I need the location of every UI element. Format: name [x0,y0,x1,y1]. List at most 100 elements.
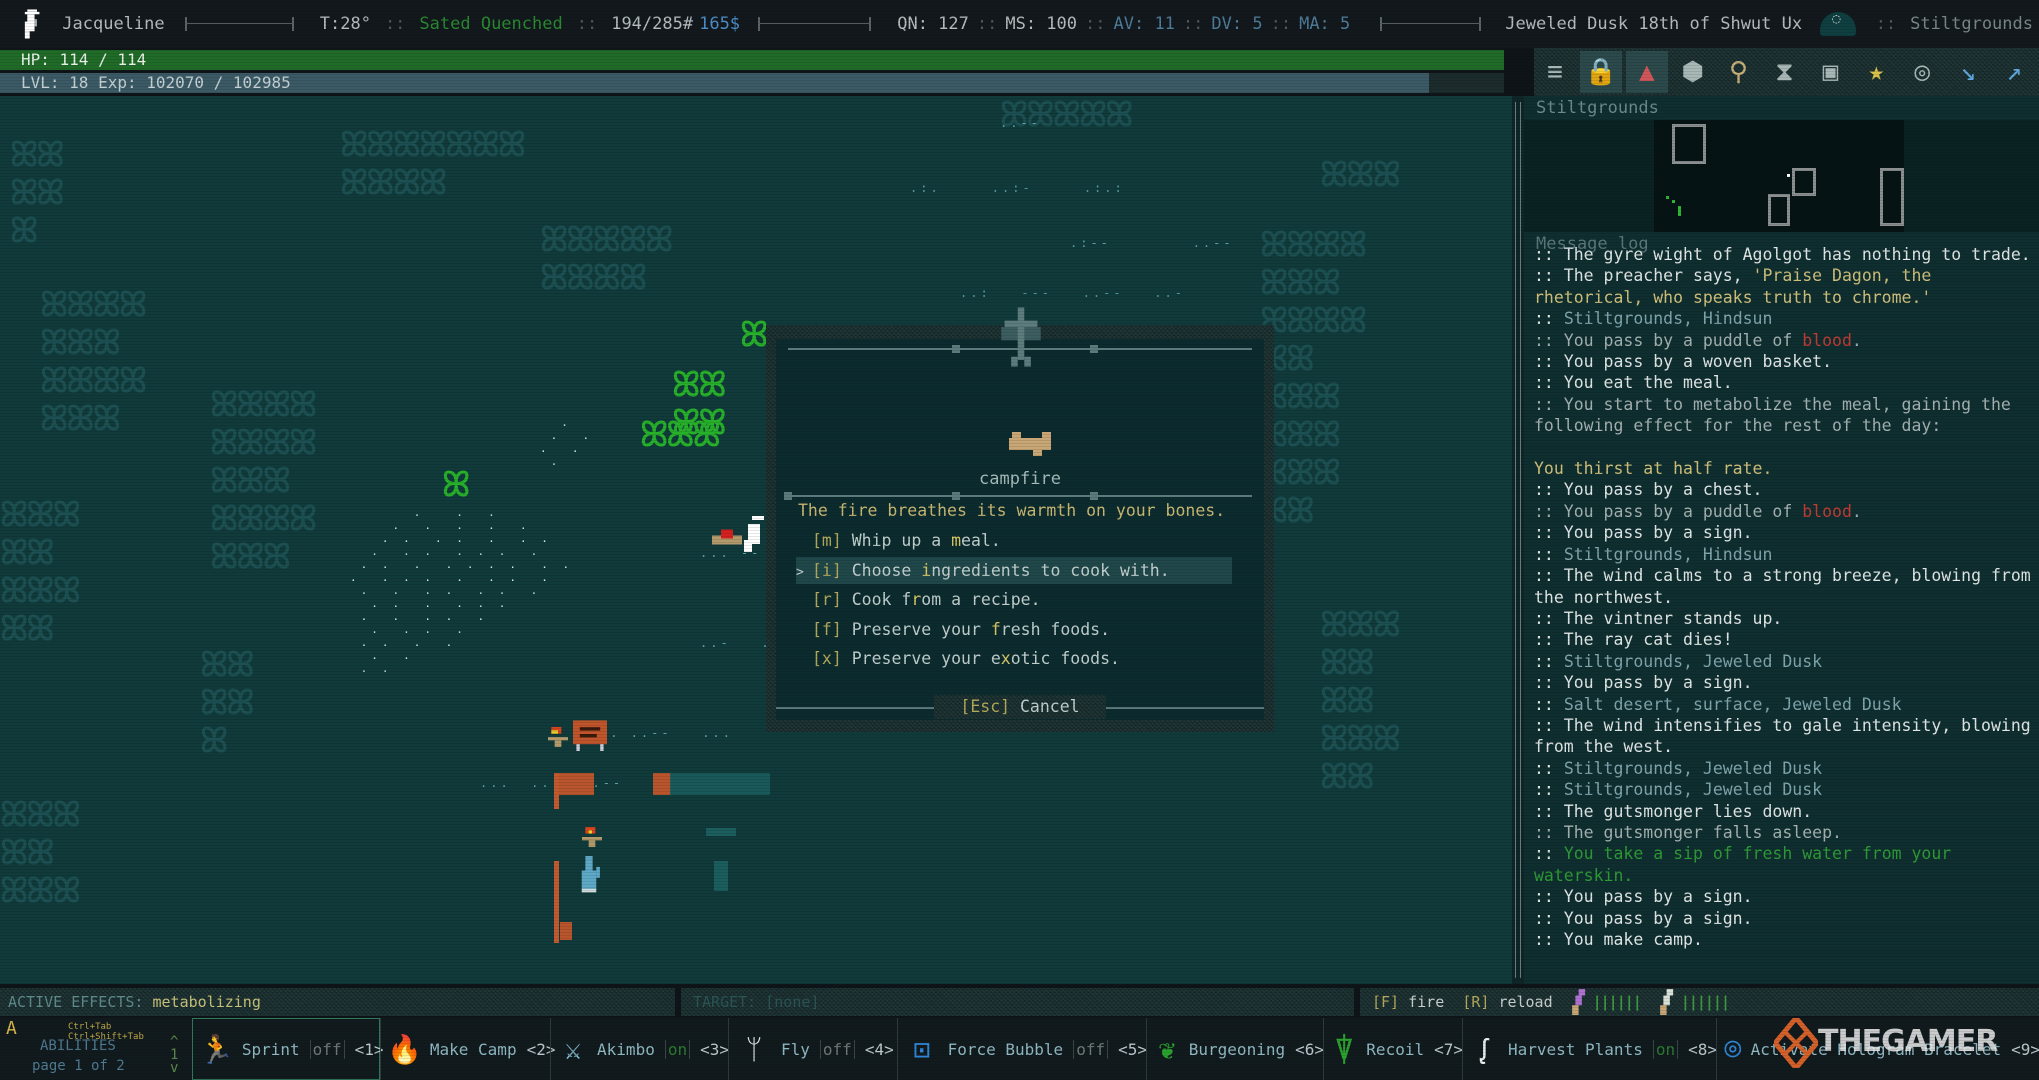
character-name[interactable]: Jacqueline [62,14,164,34]
sprint-icon: 🏃 [199,1032,234,1066]
log-text: :: You pass by a woven basket. [1534,352,1833,372]
log-text: :: You pass by a sign. [1534,887,1753,907]
ability-recoil[interactable]: ⍒ Recoil <7> [1323,1018,1463,1080]
ability-toggle-state[interactable]: off [1073,1039,1109,1059]
floor-tiles: .. ..-- ... [600,726,733,740]
log-message: :: You pass by a chest. [1534,479,2034,500]
log-text: :: You pass by a chest. [1534,480,1763,500]
player-avatar-icon[interactable] [20,6,44,42]
log-message: :: Stiltgrounds, Jeweled Dusk [1534,779,2034,800]
tree-emblem-icon [1001,307,1041,367]
log-text: :: You make camp. [1534,930,1703,949]
hp-label: HP: 114 / 114 [21,50,147,69]
campfire-icon [1009,432,1051,456]
ability-toggle-state[interactable]: off [819,1039,855,1059]
vine-plants[interactable]: ꕤꕤꕤ [640,416,721,454]
option-hotkey: [m] [812,531,852,550]
log-text: :: The wind intensifies to gale intensit… [1534,715,2031,757]
dialog-option[interactable]: [x] Preserve your exotic foods. [796,645,1232,672]
ability-fly[interactable]: ᛘ Fly off <4> [728,1018,898,1080]
xp-label: LVL: 18 Exp: 102070 / 102985 [21,73,291,92]
vine-plants[interactable]: ꕤ [740,316,768,354]
sign-sprite[interactable] [573,716,607,752]
status-bar: Jacqueline T:28° :: Sated Quenched :: 19… [0,0,2039,48]
log-message: :: You eat the meal. [1534,372,2034,393]
log-message: :: You pass by a puddle of blood. [1534,330,2034,351]
message-log[interactable]: :: The gyre wight of Agolgot has nothing… [1534,244,2034,969]
ability-akimbo[interactable]: ⚔ Akimbo on <3> [550,1018,729,1080]
divider [784,492,1252,500]
ability-toggle-state[interactable]: off [309,1039,345,1059]
target-bar: TARGET: [none] [681,988,1354,1016]
active-effects-value[interactable]: metabolizing [153,993,261,1011]
game-map[interactable]: ꕤꕤ ꕤꕤ ꕤ ꕤꕤꕤꕤ ꕤꕤꕤ ꕤꕤꕤꕤ ꕤꕤꕤ ꕤꕤꕤ ꕤꕤ ꕤꕤꕤ ꕤꕤ ꕤꕤꕤꕤ ꕤꕤꕤꕤ… [0,96,1512,984]
ability-toggle-state[interactable]: on [664,1039,691,1059]
stairs-up-icon[interactable]: ↗ [1993,51,2035,93]
campfire-sprite[interactable] [712,526,742,548]
cancel-key: [Esc] [960,697,1011,716]
fire-key: [F] [1372,993,1400,1011]
panel-divider-scrollbar[interactable] [1512,96,1524,984]
option-label: resh foods. [1000,619,1111,639]
ammo-counter: |||||| [1680,993,1730,1011]
wall-glyphs: ꕤꕤꕤꕤꕤ [200,645,255,761]
ability-name: Make Camp [429,1039,517,1059]
cube-icon[interactable]: ⬢ [1672,51,1714,93]
lock-window-icon[interactable]: 🔒 [1579,51,1622,93]
log-message: :: You pass by a sign. [1534,672,2034,693]
ability-sprint[interactable]: 🏃 Sprint off <1> [192,1018,383,1080]
minimap[interactable] [1524,120,2039,232]
dodge-value-stat: DV: 5 [1211,14,1263,34]
stall-awning [560,922,572,940]
dialog-option[interactable]: [f] Preserve your fresh foods. [796,616,1232,643]
minimap-plant-marker [1666,196,1669,199]
ability-harvest-plants[interactable]: ᶘ Harvest Plants on <8> [1462,1018,1717,1080]
xp-bar-track: LVL: 18 Exp: 102070 / 102985 [0,73,1504,93]
character-sheet-icon[interactable]: ▣ [1809,51,1851,93]
game-date: Jeweled Dusk 18th of Shwut Ux [1505,14,1803,34]
water-jug-sprite[interactable] [578,856,600,896]
ability-toggle-state[interactable]: on [1652,1039,1679,1059]
ability-make-camp[interactable]: 🔥 Make Camp <2> [380,1018,555,1080]
dialog-option[interactable]: [m] Whip up a meal. [796,527,1232,554]
ability-name: Recoil [1366,1039,1425,1059]
vine-plants[interactable]: ꕤ [442,466,470,504]
option-hotkey: [f] [812,619,852,639]
reload-button[interactable]: reload [1498,988,1552,1016]
quests-star-icon[interactable]: ★ [1855,51,1897,93]
option-label: Choose [851,560,922,580]
dialog-option[interactable]: [r] Cook from a recipe. [796,586,1232,613]
option-label: eal. [961,531,1001,550]
log-message: :: The gutsmonger lies down. [1534,801,2034,822]
log-message [1534,437,2034,458]
option-hotkey-highlight: i [921,560,932,580]
option-label: Preserve your [851,619,991,639]
ability-bar: A Ctrl+Tab Ctrl+Shift+Tab ABILITIES page… [0,1018,2039,1080]
ability-burgeoning[interactable]: ❦ Burgeoning <6> [1146,1018,1324,1080]
look-magnifier-icon[interactable]: ⚲ [1718,51,1760,93]
salt-dunes: . . . . . . . . . . . . . . . . . . . . … [350,506,574,675]
wait-hourglass-icon[interactable]: ⧗ [1764,51,1806,93]
divider-knob [1090,345,1098,353]
ability-name: Burgeoning [1188,1039,1286,1059]
option-hotkey-highlight: f [990,619,1001,639]
carry-weight: 194/285# [611,14,694,34]
stairs-down-icon[interactable]: ↘ [1947,51,1989,93]
navigation-icon[interactable]: ▲ [1625,51,1668,93]
wall-glyphs: ꕤꕤꕤ ꕤꕤ ꕤꕤ ꕤꕤꕤ ꕤꕤ [1320,605,1401,797]
ability-force-bubble[interactable]: ⊡ Force Bubble off <5> [897,1018,1147,1080]
page-down-button[interactable]: v [170,1061,178,1075]
option-hotkey: [x] [812,649,852,668]
log-message: :: Stiltgrounds, Hindsun [1534,308,2034,329]
log-text: :: [1534,758,1564,778]
option-label: Whip up a [851,531,952,550]
menu-icon[interactable]: ≡ [1534,51,1576,93]
sprout-icon: ❦ [1158,1032,1176,1066]
compass-icon[interactable]: ◎ [1901,51,1943,93]
fire-button[interactable]: fire [1408,988,1444,1016]
player-sprite[interactable] [740,516,764,556]
dialog-option[interactable]: > [i] Choose ingredients to cook with. [796,556,1232,584]
cancel-button[interactable]: [Esc] Cancel [934,695,1106,719]
minimap-title: Stiltgrounds [1536,98,1659,118]
log-message: :: Stiltgrounds, Hindsun [1534,544,2034,565]
